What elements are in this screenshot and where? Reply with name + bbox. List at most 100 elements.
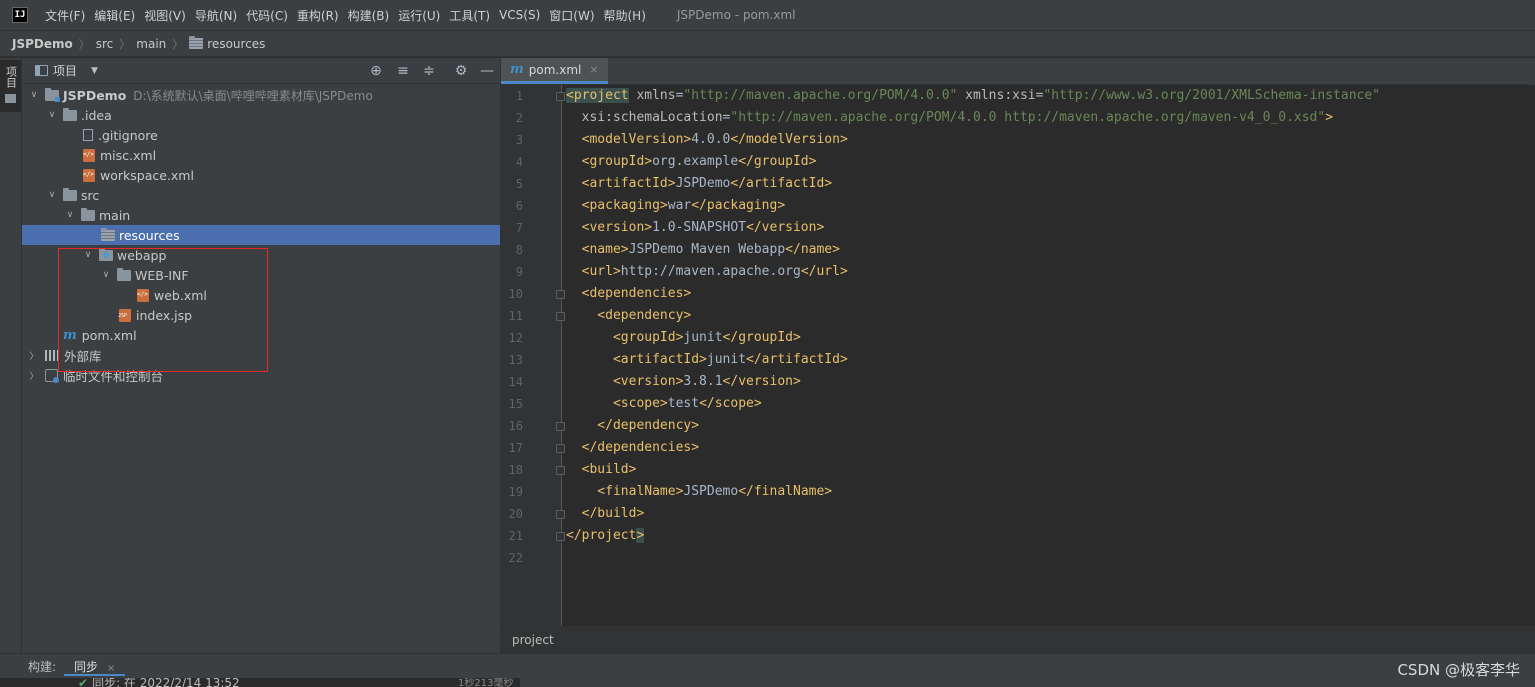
chevron-right-icon[interactable]: 〉 — [28, 349, 40, 362]
menu-file[interactable]: 文件(F) — [45, 7, 85, 24]
menu-help[interactable]: 帮助(H) — [604, 7, 646, 24]
line-number: 16 — [508, 419, 523, 433]
menu-run[interactable]: 运行(U) — [398, 7, 440, 24]
tree-item-gitignore[interactable]: .gitignore — [22, 125, 500, 145]
chevron-down-icon[interactable]: ∨ — [28, 90, 40, 100]
fold-marker-icon[interactable] — [556, 466, 565, 475]
menu-build[interactable]: 构建(B) — [348, 7, 390, 24]
code-area[interactable]: 1 2 3 4 5 6 7 8 9 10 11 12 13 14 15 16 1… — [501, 85, 1535, 626]
code-text: JSPDemo — [683, 484, 739, 499]
gear-icon[interactable]: ⚙ — [453, 63, 469, 79]
collapse-all-icon[interactable]: ≑ — [421, 63, 437, 79]
chevron-down-icon[interactable]: ∨ — [46, 190, 58, 200]
project-tool-window-tab[interactable]: 项目 — [0, 60, 21, 112]
breadcrumb-project[interactable]: JSPDemo — [12, 37, 73, 51]
code-tag: <modelVersion> — [566, 132, 692, 147]
line-number: 4 — [515, 155, 523, 169]
fold-marker-icon[interactable] — [556, 422, 565, 431]
tree-item-webapp[interactable]: ∨ webapp — [22, 245, 500, 265]
tab-sync[interactable]: 同步 × — [64, 654, 126, 676]
chevron-right-icon[interactable]: 〉 — [28, 369, 40, 382]
project-tab-label: 项目 — [4, 66, 18, 88]
menu-navigate[interactable]: 导航(N) — [195, 7, 237, 24]
expand-all-icon[interactable]: ≡ — [395, 63, 411, 79]
fold-marker-icon[interactable] — [556, 510, 565, 519]
maven-icon: m — [63, 327, 77, 343]
fold-marker-icon[interactable] — [556, 444, 565, 453]
watermark: CSDN @极客李华 — [1397, 661, 1520, 679]
breadcrumb-resources[interactable]: resources — [207, 37, 265, 51]
code-tag: </modelVersion> — [730, 132, 848, 147]
tree-item-label: .gitignore — [98, 127, 158, 143]
menu-tools[interactable]: 工具(T) — [449, 7, 490, 24]
fold-marker-icon[interactable] — [556, 290, 565, 299]
code-tag: </packaging> — [691, 198, 786, 213]
check-icon: ✔ — [78, 678, 89, 687]
tree-item-resources[interactable]: resources — [22, 225, 500, 245]
fold-marker-icon[interactable] — [556, 92, 565, 101]
chevron-down-icon[interactable]: ∨ — [64, 210, 76, 220]
code-line: <name>JSPDemo Maven Webapp</name> — [566, 239, 840, 261]
project-panel-title[interactable]: 项目 — [53, 62, 77, 79]
tree-item-label: workspace.xml — [100, 167, 194, 183]
code-line: </build> — [566, 503, 645, 525]
fold-marker-icon[interactable] — [556, 532, 565, 541]
code-line: <artifactId>junit</artifactId> — [566, 349, 848, 371]
code-tag: </url> — [800, 264, 848, 279]
locate-icon[interactable]: ⊕ — [368, 63, 384, 79]
code-line: <build> — [566, 459, 637, 481]
editor: m pom.xml × 1 2 3 4 5 6 7 8 9 10 11 12 1… — [501, 58, 1535, 653]
tree-item-idea[interactable]: ∨ .idea — [22, 105, 500, 125]
minimize-icon[interactable]: — — [479, 63, 495, 79]
tree-item-label: 外部库 — [64, 348, 102, 364]
chevron-down-icon[interactable]: ∨ — [100, 270, 112, 280]
tree-item-workspace-xml[interactable]: workspace.xml — [22, 165, 500, 185]
tree-item-web-xml[interactable]: web.xml — [22, 285, 500, 305]
close-icon[interactable]: × — [107, 663, 115, 674]
chevron-down-icon[interactable]: ∨ — [46, 110, 58, 120]
close-icon[interactable]: × — [589, 63, 598, 76]
editor-tab-bar: m pom.xml × — [501, 58, 1535, 85]
tree-item-index-jsp[interactable]: index.jsp — [22, 305, 500, 325]
chevron-down-icon[interactable]: ▼ — [91, 66, 98, 76]
tree-item-label: src — [81, 187, 100, 203]
tree-item-jspdemo[interactable]: ∨ JSPDemo D:\系统默认\桌面\哔哩哔哩素材库\JSPDemo — [22, 85, 500, 105]
menu-vcs[interactable]: VCS(S) — [499, 8, 540, 22]
code-value: "http://maven.apache.org/POM/4.0.0 http:… — [730, 110, 1326, 125]
tree-item-label: .idea — [81, 107, 112, 123]
breadcrumb-main[interactable]: main — [136, 37, 166, 51]
tree-item-pom-xml[interactable]: m pom.xml — [22, 325, 500, 345]
breadcrumb-src[interactable]: src — [96, 37, 114, 51]
tree-item-misc-xml[interactable]: misc.xml — [22, 145, 500, 165]
code-tag: </scope> — [699, 396, 762, 411]
line-number: 9 — [515, 265, 523, 279]
chevron-down-icon[interactable]: ∨ — [82, 250, 94, 260]
menu-view[interactable]: 视图(V) — [144, 7, 186, 24]
tree-item-scratches[interactable]: 〉 临时文件和控制台 — [22, 365, 500, 385]
tree-item-main[interactable]: ∨ main — [22, 205, 500, 225]
breadcrumb: JSPDemo 〉 src 〉 main 〉 resources — [0, 30, 1535, 57]
code-text: JSPDemo Maven Webapp — [628, 242, 786, 257]
tree-item-label: webapp — [117, 247, 167, 263]
tree-item-web-inf[interactable]: ∨ WEB-INF — [22, 265, 500, 285]
maven-icon: m — [510, 62, 524, 77]
tree-item-external-libraries[interactable]: 〉 外部库 — [22, 345, 500, 365]
code-tag: <finalName> — [566, 484, 684, 499]
menu-refactor[interactable]: 重构(R) — [297, 7, 339, 24]
build-output-row[interactable]: ✔ 同步: 在 2022/2/14 13:52 1秒213毫秒 — [0, 678, 520, 687]
folder-icon — [63, 107, 77, 121]
code-line: <modelVersion>4.0.0</modelVersion> — [566, 129, 848, 151]
tree-item-src[interactable]: ∨ src — [22, 185, 500, 205]
menu-edit[interactable]: 编辑(E) — [94, 7, 135, 24]
fold-marker-icon[interactable] — [556, 312, 565, 321]
code-tag: </dependencies> — [566, 440, 700, 455]
menu-window[interactable]: 窗口(W) — [549, 7, 594, 24]
menu-code[interactable]: 代码(C) — [246, 7, 288, 24]
tab-pom-xml[interactable]: m pom.xml × — [501, 58, 608, 84]
code-tag: <groupId> — [566, 330, 684, 345]
editor-breadcrumb[interactable]: project — [501, 626, 1535, 653]
line-number: 8 — [515, 243, 523, 257]
folder-icon — [63, 187, 77, 201]
code-line: <project xmlns="http://maven.apache.org/… — [566, 85, 1380, 107]
intellij-logo-icon[interactable]: IJ — [12, 7, 28, 23]
